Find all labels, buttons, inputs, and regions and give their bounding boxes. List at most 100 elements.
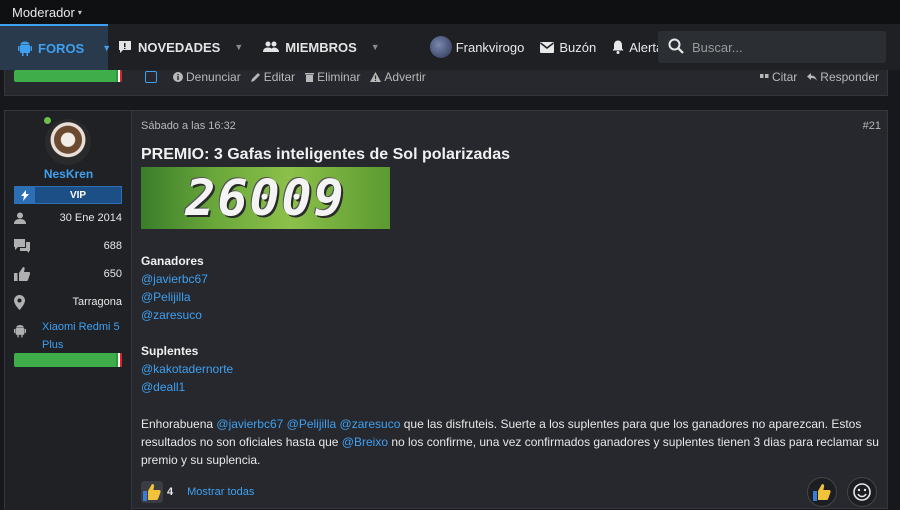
avatar[interactable]	[45, 119, 91, 165]
reactions-summary: 4 Mostrar todas	[141, 481, 254, 503]
post-actions: Denunciar Editar Eliminar Advertir	[145, 70, 436, 84]
mention-link[interactable]: @javierbc67	[216, 417, 283, 431]
winner-mention[interactable]: @zaresuco	[141, 308, 202, 322]
vip-badge: VIP	[14, 186, 122, 204]
reply-label: Responder	[820, 70, 879, 84]
user-sidebar: NesKren VIP 30 Ene 2014 688 650 Tarragon…	[5, 111, 132, 510]
smiley-icon	[853, 483, 871, 501]
show-all-reactions-link[interactable]: Mostrar todas	[187, 486, 254, 498]
chevron-down-icon[interactable]: ▼	[371, 42, 380, 52]
user-progress-bar	[14, 70, 122, 82]
chat-icon	[118, 40, 132, 54]
delete-button[interactable]: Eliminar	[305, 70, 360, 84]
post-date[interactable]: Sábado a las 16:32	[141, 120, 236, 132]
flag-icon	[116, 353, 122, 367]
mention-link[interactable]: @Pelijilla	[287, 417, 337, 431]
alternate-mention[interactable]: @kakotadernorte	[141, 362, 233, 376]
username-label: Frankvirogo	[455, 39, 525, 55]
tab-foros[interactable]: FOROS ▼	[0, 24, 111, 70]
winners-heading: Ganadores	[141, 254, 204, 268]
reaction-count: 4	[167, 486, 174, 498]
alternate-mention[interactable]: @deall1	[141, 380, 185, 394]
select-post-checkbox[interactable]	[145, 71, 157, 83]
quote-icon	[759, 73, 769, 81]
main-navigation: FOROS ▼ NOVEDADES ▼ MIEMBROS ▼ Frankviro…	[0, 24, 900, 70]
captcha-image: 26009	[141, 167, 390, 229]
reactions-stat: 650	[14, 265, 122, 283]
pencil-icon	[250, 72, 261, 82]
moderator-menu[interactable]: Moderador	[12, 5, 75, 20]
post-body: Enhorabuena @javierbc67 @Pelijilla @zare…	[141, 415, 881, 469]
android-icon	[18, 41, 32, 56]
tab-miembros[interactable]: MIEMBROS ▼	[253, 24, 389, 70]
delete-label: Eliminar	[317, 70, 361, 84]
username[interactable]: NesKren	[5, 167, 132, 181]
captcha-text: 26009	[185, 169, 346, 227]
flag-icon	[116, 70, 122, 82]
envelope-icon	[540, 41, 555, 53]
members-icon	[263, 41, 280, 53]
chevron-down-icon: ▾	[77, 7, 82, 17]
alternates-heading: Suplentes	[141, 344, 199, 358]
warning-icon	[370, 72, 382, 82]
tab-novedades[interactable]: NOVEDADES ▼	[108, 24, 253, 70]
add-reaction-button[interactable]	[847, 477, 877, 507]
android-icon	[14, 324, 26, 354]
info-icon	[173, 72, 183, 82]
joined-stat: 30 Ene 2014	[14, 209, 122, 227]
trash-icon	[305, 72, 315, 82]
inbox-link[interactable]: Buzón	[540, 40, 596, 55]
device-stat: Xiaomi Redmi 5 Plus	[14, 318, 122, 354]
warn-button[interactable]: Advertir	[370, 70, 426, 84]
like-button[interactable]	[807, 477, 837, 507]
reply-icon	[807, 73, 818, 81]
report-button[interactable]: Denunciar	[173, 70, 241, 84]
edit-button[interactable]: Editar	[250, 70, 296, 84]
user-menu[interactable]: Frankvirogo	[429, 36, 525, 58]
reaction-buttons	[797, 477, 877, 507]
post-content: Sábado a las 16:32 #21 PREMIO: 3 Gafas i…	[141, 111, 881, 510]
inbox-label: Buzón	[559, 39, 597, 55]
warn-label: Advertir	[384, 70, 426, 84]
winner-mention[interactable]: @javierbc67	[141, 272, 208, 286]
previous-post-footer: Denunciar Editar Eliminar Advertir Citar…	[4, 70, 888, 96]
location-value: Tarragona	[72, 296, 122, 308]
mention-link[interactable]: @zaresuco	[340, 417, 401, 431]
tab-miembros-label: MIEMBROS	[285, 39, 357, 55]
like-reaction-icon[interactable]	[141, 481, 163, 503]
search-icon	[668, 38, 684, 57]
joined-value: 30 Ene 2014	[59, 212, 122, 224]
mention-link[interactable]: @Breixo	[342, 435, 388, 449]
body-text: Enhorabuena	[141, 417, 217, 431]
tab-novedades-label: NOVEDADES	[138, 39, 221, 55]
location-stat: Tarragona	[14, 293, 122, 311]
search-placeholder: Buscar...	[692, 39, 743, 55]
thumbs-up-icon	[14, 267, 30, 281]
user-progress-bar	[14, 353, 122, 367]
search-input[interactable]: Buscar...	[658, 31, 886, 63]
bell-icon	[612, 40, 624, 54]
messages-value: 688	[103, 240, 122, 252]
chevron-down-icon[interactable]: ▼	[234, 42, 243, 52]
moderator-bar: Moderador ▾	[0, 0, 900, 24]
quote-button[interactable]: Citar	[759, 70, 798, 84]
online-indicator	[43, 116, 52, 125]
device-value[interactable]: Xiaomi Redmi 5 Plus	[42, 318, 122, 354]
reactions-value: 650	[103, 268, 122, 280]
post-actions-right: Citar Responder	[759, 70, 879, 84]
avatar	[429, 36, 452, 58]
tab-foros-label: FOROS	[38, 40, 85, 56]
person-icon	[14, 212, 26, 224]
report-label: Denunciar	[186, 70, 241, 84]
edit-label: Editar	[263, 70, 296, 84]
bolt-icon	[15, 187, 35, 203]
quote-label: Citar	[771, 70, 798, 84]
post-number[interactable]: #21	[863, 120, 881, 132]
messages-icon	[14, 239, 30, 253]
winner-mention[interactable]: @Pelijilla	[141, 290, 191, 304]
forum-post: NesKren VIP 30 Ene 2014 688 650 Tarragon…	[4, 110, 888, 510]
reply-button[interactable]: Responder	[807, 70, 879, 84]
location-pin-icon	[14, 294, 25, 310]
vip-label: VIP	[69, 189, 87, 201]
messages-stat: 688	[14, 237, 122, 255]
